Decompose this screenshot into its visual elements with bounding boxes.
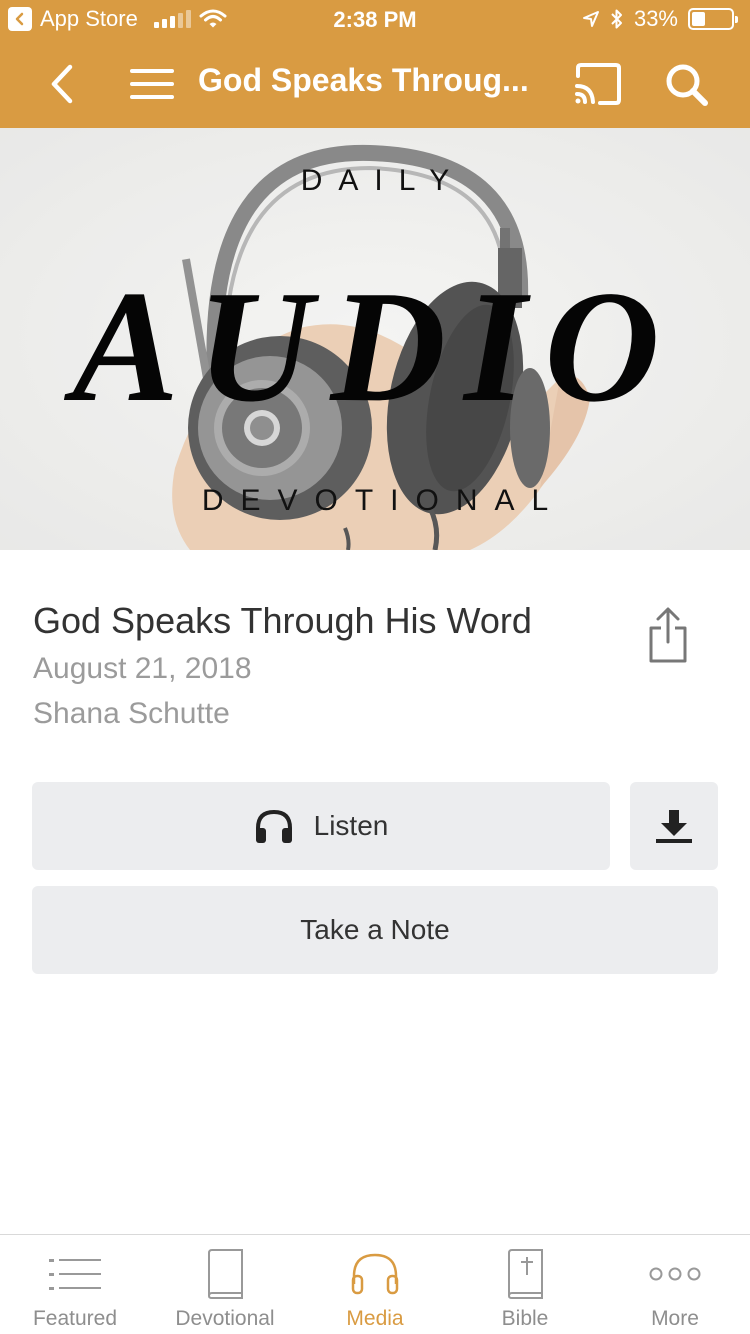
tab-more[interactable]: More: [600, 1235, 750, 1334]
tab-bible[interactable]: Bible: [450, 1235, 600, 1334]
tab-bible-label: Bible: [501, 1307, 549, 1330]
hero-text-devotional: DEVOTIONAL: [201, 484, 566, 517]
share-icon[interactable]: [646, 606, 690, 664]
hamburger-menu-icon[interactable]: [128, 64, 176, 104]
download-icon: [656, 810, 692, 843]
tab-media-label: Media: [346, 1307, 404, 1330]
tab-featured-label: Featured: [32, 1307, 118, 1330]
tab-media[interactable]: Media: [300, 1235, 450, 1334]
hero-image: DAILY AUDIO DEVOTIONAL: [0, 128, 750, 550]
page-title: God Speaks Throug...: [198, 62, 529, 98]
location-arrow-icon: [582, 11, 599, 27]
battery-fill: [692, 12, 705, 26]
headphones-icon: [255, 809, 292, 843]
headphones-icon: [347, 1249, 403, 1299]
nav-bar: God Speaks Throug...: [0, 40, 750, 128]
item-title: God Speaks Through His Word: [33, 600, 532, 641]
status-right: 33%: [582, 6, 738, 32]
download-button[interactable]: [630, 782, 718, 870]
battery-percent: 33%: [633, 6, 678, 31]
tab-devotional[interactable]: Devotional: [150, 1235, 300, 1334]
book-icon: [197, 1249, 253, 1299]
tab-more-label: More: [651, 1307, 699, 1330]
status-bar: App Store 2:38 PM 33%: [0, 0, 750, 40]
listen-label: Listen: [313, 810, 389, 841]
back-chevron-icon[interactable]: [40, 62, 84, 106]
more-icon: [647, 1249, 703, 1299]
bluetooth-icon: [611, 9, 622, 29]
tab-devotional-label: Devotional: [175, 1307, 275, 1330]
hero-text-daily: DAILY: [300, 164, 466, 197]
bible-icon: [497, 1249, 553, 1299]
cast-icon[interactable]: [572, 62, 624, 106]
item-date: August 21, 2018: [33, 652, 252, 685]
take-a-note-label: Take a Note: [300, 914, 450, 945]
hero-text-audio: AUDIO: [72, 257, 678, 435]
search-icon[interactable]: [664, 62, 710, 108]
list-icon: [47, 1249, 103, 1299]
item-author: Shana Schutte: [33, 697, 230, 730]
tab-featured[interactable]: Featured: [0, 1235, 150, 1334]
listen-button[interactable]: Listen: [32, 782, 610, 870]
take-a-note-button[interactable]: Take a Note: [32, 886, 718, 974]
battery-icon: [688, 8, 738, 30]
tab-bar: Featured Devotional Media Bible More: [0, 1234, 750, 1334]
